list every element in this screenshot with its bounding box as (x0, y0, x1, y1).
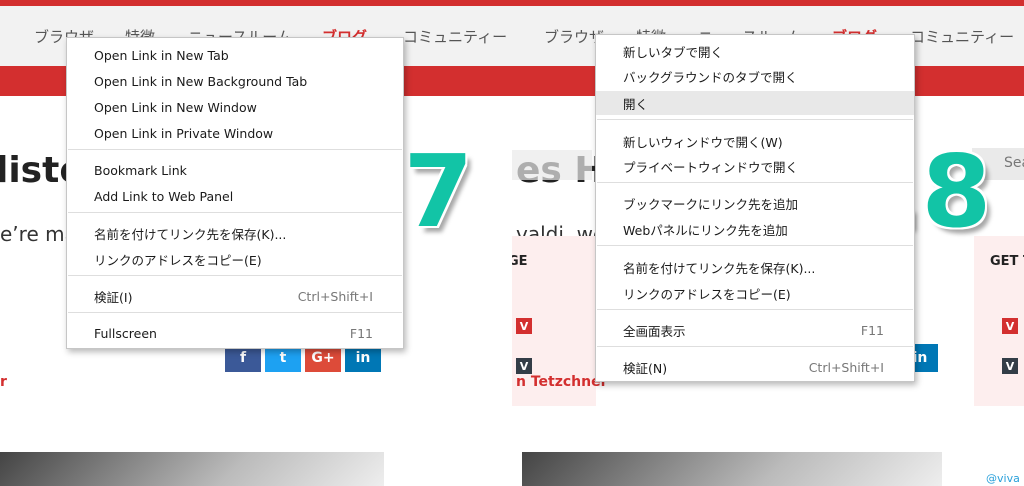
get-label-left: GE (512, 254, 528, 269)
menu-open-new-window[interactable]: Open Link in New Window (67, 95, 403, 119)
menu-separator (597, 119, 913, 120)
context-menu-1-8: 新しいタブで開く バックグラウンドのタブで開く 開く 新しいウィンドウで開く(W… (595, 34, 915, 382)
menu-bookmark-link[interactable]: ブックマークにリンク先を追加 (596, 191, 914, 215)
menu-fullscreen[interactable]: 全画面表示 F11 (596, 318, 914, 342)
shortcut-fullscreen: F11 (349, 325, 373, 341)
context-menu-1-7: Open Link in New Tab Open Link in New Ba… (66, 37, 404, 349)
get-label-right: GET T (990, 254, 1024, 269)
menu-separator (597, 309, 913, 310)
menu-separator (597, 346, 913, 347)
menu-open-new-tab[interactable]: 新しいタブで開く (596, 39, 914, 63)
menu-inspect[interactable]: 検証(N) Ctrl+Shift+I (596, 355, 914, 379)
right-screenshot-panel: ブラウザ 特徴 ニュースルーム ブログ コミュニティー es H valdi, … (512, 0, 1024, 486)
menu-fullscreen[interactable]: Fullscreen F11 (67, 321, 403, 345)
menu-open[interactable]: 開く (596, 91, 914, 115)
menu-separator (68, 275, 402, 276)
article-byline: n Tetzchner (516, 374, 608, 390)
shortcut-inspect: Ctrl+Shift+I (808, 359, 884, 375)
menu-separator (597, 245, 913, 246)
nav-community[interactable]: コミュニティー (910, 26, 1014, 47)
twitter-handle[interactable]: @viva (986, 472, 1020, 485)
article-photo (0, 452, 384, 486)
menu-bookmark-link[interactable]: Bookmark Link (67, 158, 403, 182)
menu-open-private-window[interactable]: Open Link in Private Window (67, 121, 403, 145)
vivaldi-logo-icon: V (516, 358, 532, 374)
shortcut-inspect: Ctrl+Shift+I (297, 288, 373, 304)
nav-community[interactable]: コミュニティー (403, 26, 507, 47)
menu-save-link-as[interactable]: 名前を付けてリンク先を保存(K)... (596, 255, 914, 279)
menu-separator (597, 182, 913, 183)
search-box-edge (512, 150, 592, 180)
menu-separator (68, 212, 402, 213)
menu-open-background-tab[interactable]: Open Link in New Background Tab (67, 69, 403, 93)
menu-open-new-tab[interactable]: Open Link in New Tab (67, 43, 403, 67)
menu-add-web-panel[interactable]: Add Link to Web Panel (67, 184, 403, 208)
menu-open-background-tab[interactable]: バックグラウンドのタブで開く (596, 64, 914, 88)
menu-add-web-panel[interactable]: Webパネルにリンク先を追加 (596, 217, 914, 241)
article-byline: r (0, 374, 7, 390)
menu-separator (68, 312, 402, 313)
shortcut-fullscreen: F11 (860, 322, 884, 338)
menu-open-new-window[interactable]: 新しいウィンドウで開く(W) (596, 129, 914, 153)
article-photo (522, 452, 942, 486)
menu-copy-link-address[interactable]: リンクのアドレスをコピー(E) (67, 247, 403, 271)
menu-copy-link-address[interactable]: リンクのアドレスをコピー(E) (596, 281, 914, 305)
menu-save-link-as[interactable]: 名前を付けてリンク先を保存(K)... (67, 221, 403, 245)
left-screenshot-panel: ブラウザ 特徴 ニュースルーム ブログ コミュニティー listo e’re m… (0, 0, 512, 486)
vivaldi-logo-icon: V (1002, 358, 1018, 374)
search-placeholder: Sea (1004, 155, 1024, 171)
vivaldi-logo-icon: V (1002, 318, 1018, 334)
vivaldi-logo-icon: V (516, 318, 532, 334)
menu-separator (68, 149, 402, 150)
menu-open-private-window[interactable]: プライベートウィンドウで開く (596, 154, 914, 178)
menu-inspect[interactable]: 検証(I) Ctrl+Shift+I (67, 284, 403, 308)
